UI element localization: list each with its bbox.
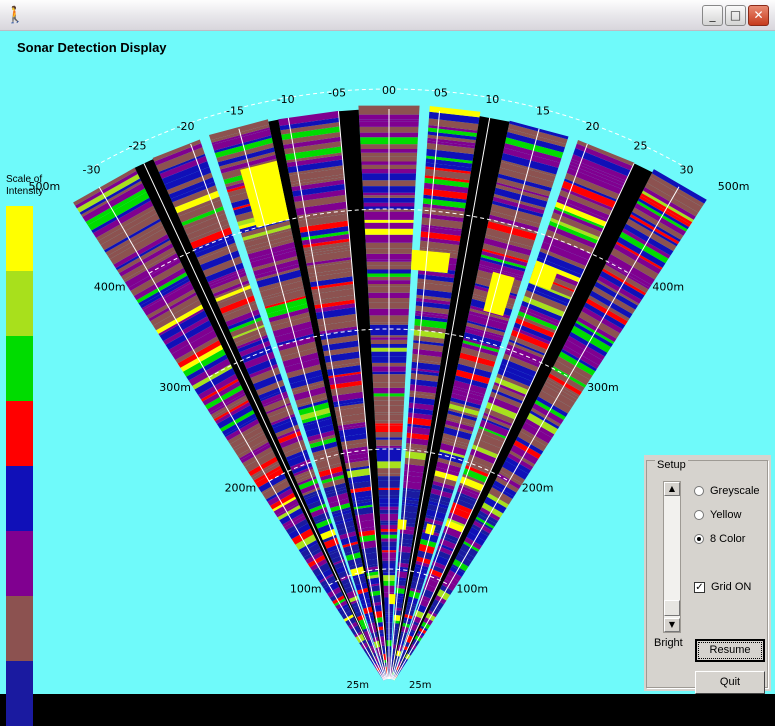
- range-label-right: 400m: [652, 280, 684, 293]
- scale-swatch: [6, 271, 33, 336]
- greyscale-option[interactable]: Greyscale: [694, 485, 760, 497]
- close-button[interactable]: ✕: [748, 5, 769, 26]
- range-label-left: 200m: [225, 482, 257, 495]
- sonar-window: 🚶 _ □ ✕ -30 -25 -20 -15 -10 -05 00 05 10 15 20 25 30…: [0, 0, 775, 726]
- scale-swatch: [6, 401, 33, 466]
- bearing-label: 15: [536, 104, 550, 117]
- bearing-label: 00: [382, 84, 396, 97]
- scale-swatch: [6, 596, 33, 661]
- sonar-target: [389, 594, 396, 605]
- minimize-icon: _: [709, 8, 716, 22]
- close-icon: ✕: [753, 8, 764, 22]
- bearing-label: -30: [83, 164, 101, 177]
- app-title: Sonar Detection Display: [17, 40, 167, 55]
- bearing-label: -20: [177, 120, 195, 133]
- sonar-target: [410, 249, 451, 274]
- range-label-left: 300m: [159, 381, 191, 394]
- yellow-option[interactable]: Yellow: [694, 509, 741, 521]
- bottom-range-label-right: 25m: [409, 680, 431, 691]
- bottom-range-label-left: 25m: [347, 680, 369, 691]
- scale-label-line2: Intensity: [6, 186, 44, 197]
- setup-legend: Setup: [655, 459, 688, 471]
- range-label-right: 100m: [456, 582, 488, 595]
- slider-down-arrow-icon[interactable]: ▼: [664, 618, 680, 632]
- grid-option[interactable]: ✓ Grid ON: [694, 581, 751, 593]
- title-bar[interactable]: 🚶 _ □ ✕: [0, 0, 775, 31]
- bearing-label: -15: [226, 104, 244, 117]
- 8color-option[interactable]: 8 Color: [694, 533, 745, 545]
- scale-swatch: [6, 336, 33, 401]
- setup-panel: Setup ▲ ▼ Greyscale Yellow 8 Color ✓ Gri…: [644, 455, 771, 694]
- person-icon: 🚶: [5, 5, 25, 24]
- bearing-label: 30: [680, 164, 694, 177]
- maximize-button[interactable]: □: [725, 5, 746, 26]
- bearing-label: 05: [434, 86, 448, 99]
- yellow-label: Yellow: [710, 509, 742, 521]
- bearing-label: -10: [277, 93, 295, 106]
- bearing-label: -05: [328, 86, 346, 99]
- quit-button[interactable]: Quit: [695, 671, 765, 694]
- 8color-label: 8 Color: [710, 533, 746, 545]
- grid-label: Grid ON: [711, 581, 752, 593]
- maximize-icon: □: [729, 8, 742, 22]
- range-label-right: 300m: [587, 381, 619, 394]
- sonar-target: [397, 519, 407, 530]
- bearing-label: 25: [633, 140, 647, 153]
- range-label-left: 400m: [94, 280, 126, 293]
- range-label-right: 200m: [522, 482, 554, 495]
- resume-button[interactable]: Resume: [695, 639, 765, 662]
- brightness-slider[interactable]: ▲ ▼: [663, 481, 681, 633]
- bearing-label: 10: [485, 93, 499, 106]
- range-label-right: 500m: [718, 180, 750, 193]
- bearing-label: -25: [129, 140, 147, 153]
- scale-label: Scale of Intensity: [6, 174, 43, 198]
- setup-group: Setup ▲ ▼ Greyscale Yellow 8 Color ✓ Gri…: [646, 459, 768, 694]
- bright-label: Bright: [654, 637, 683, 649]
- scale-label-line1: Scale of: [6, 174, 43, 185]
- scale-swatch: [6, 206, 33, 271]
- greyscale-radio[interactable]: [694, 486, 704, 496]
- minimize-button[interactable]: _: [702, 5, 723, 26]
- range-label-left: 100m: [290, 582, 322, 595]
- bearing-label: 20: [586, 120, 600, 133]
- scale-swatch: [6, 466, 33, 531]
- slider-up-arrow-icon[interactable]: ▲: [664, 482, 680, 496]
- scale-swatch: [6, 531, 33, 596]
- greyscale-label: Greyscale: [710, 485, 760, 497]
- slider-thumb[interactable]: [664, 600, 680, 616]
- 8color-radio[interactable]: [694, 534, 704, 544]
- client-area: -30 -25 -20 -15 -10 -05 00 05 10 15 20 25 30 100m 100m…: [4, 31, 771, 726]
- yellow-radio[interactable]: [694, 510, 704, 520]
- grid-checkbox[interactable]: ✓: [694, 581, 705, 593]
